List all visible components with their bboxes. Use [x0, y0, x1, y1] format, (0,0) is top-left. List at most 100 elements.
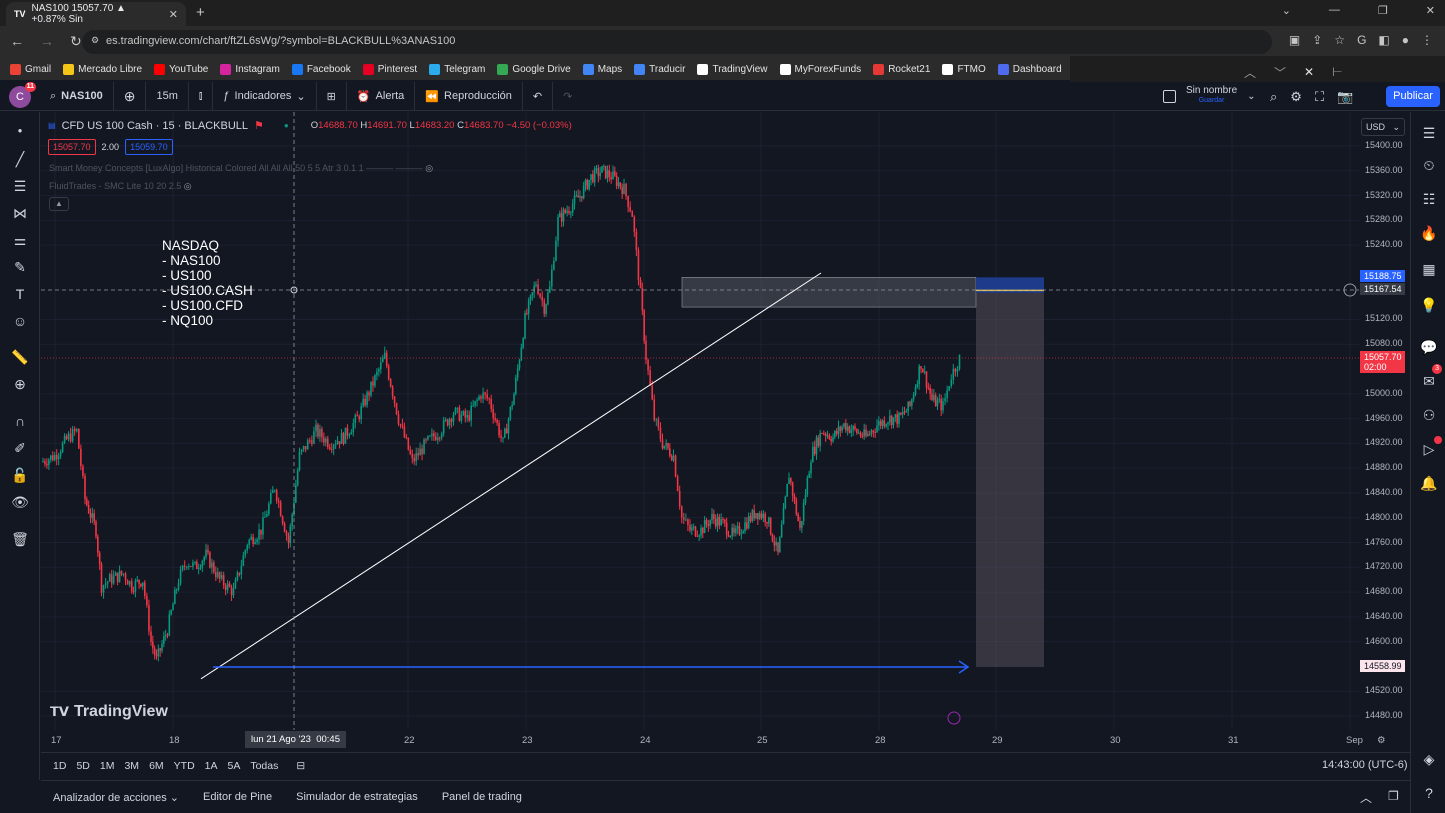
ideas-icon[interactable]: 💡	[1418, 294, 1440, 316]
google-icon[interactable]: G	[1357, 33, 1366, 47]
ruler-tool-icon[interactable]: 📏	[9, 346, 31, 368]
projection-tool-icon[interactable]: ⚌	[9, 229, 31, 251]
price-chart[interactable]	[41, 112, 1410, 730]
indicator-smc-luxalgo[interactable]: Smart Money Concepts [LuxAlgo] Historica…	[49, 163, 433, 174]
trash-icon[interactable]: 🗑	[9, 528, 31, 550]
bottom-tab-2[interactable]: Simulador de estrategias	[296, 791, 418, 803]
alerts-clock-icon[interactable]: ⏲	[1418, 154, 1440, 176]
find-prev-icon[interactable]: ︿	[1244, 64, 1256, 81]
share-icon[interactable]: ⇪	[1312, 33, 1322, 47]
bookmark-tradingview[interactable]: TradingView	[697, 63, 768, 75]
symbol-search[interactable]: ⌕ NAS100	[40, 81, 114, 111]
find-close-icon[interactable]: ✕	[1304, 65, 1314, 79]
brush-tool-icon[interactable]: ✎	[9, 256, 31, 278]
collapse-panel-icon[interactable]: ︿	[1360, 789, 1372, 806]
watchlist-icon[interactable]: ☰	[1418, 122, 1440, 144]
range-5a[interactable]: 5A	[228, 760, 241, 772]
bookmark-gmail[interactable]: Gmail	[10, 63, 51, 75]
trendline-tool-icon[interactable]: ╱	[9, 148, 31, 170]
bookmark-dashboard[interactable]: Dashboard	[997, 63, 1062, 75]
close-tab-icon[interactable]: ✕	[169, 8, 178, 21]
goto-date-icon[interactable]: ⊟	[296, 760, 305, 772]
bookmark-star-icon[interactable]: ☆	[1334, 33, 1345, 47]
zoom-tool-icon[interactable]: ⊕	[9, 373, 31, 395]
redo-button[interactable]: ↷	[553, 82, 582, 111]
pattern-tool-icon[interactable]: ⋈	[9, 202, 31, 224]
text-tool-icon[interactable]: T	[9, 283, 31, 305]
tab-search-icon[interactable]: ⌄	[1282, 4, 1291, 17]
bottom-tab-0[interactable]: Analizador de acciones ⌄	[53, 791, 179, 804]
bookmark-telegram[interactable]: Telegram	[429, 63, 485, 75]
replay-button[interactable]: ⏪ Reproducción	[415, 81, 523, 111]
help-circle-icon[interactable]: ?	[1418, 782, 1440, 804]
alert-button[interactable]: ⏰ Alerta	[347, 81, 416, 111]
bookmark-mercado-libre[interactable]: Mercado Libre	[63, 63, 142, 75]
range-3m[interactable]: 3M	[124, 760, 139, 772]
settings-icon[interactable]: ⚙	[1290, 89, 1302, 105]
maximize-panel-icon[interactable]: ❐	[1388, 789, 1399, 806]
menu-icon[interactable]: ⋮	[1421, 33, 1433, 47]
close-window-icon[interactable]: ✕	[1426, 4, 1435, 17]
templates-button[interactable]: ⊞	[317, 81, 347, 111]
axis-settings-icon[interactable]: ⚙	[1377, 735, 1386, 746]
range-todas[interactable]: Todas	[250, 760, 278, 772]
indicators-button[interactable]: ƒ Indicadores ⌄	[213, 81, 317, 111]
user-avatar[interactable]: C 11	[9, 82, 36, 108]
fib-tool-icon[interactable]: ☰	[9, 175, 31, 197]
bookmark-ftmo[interactable]: FTMO	[942, 63, 986, 75]
range-1m[interactable]: 1M	[100, 760, 115, 772]
bookmark-facebook[interactable]: Facebook	[291, 63, 351, 75]
browser-tab[interactable]: TV NAS100 15057.70 ▲ +0.87% Sin ✕	[6, 2, 186, 26]
bookmark-traducir[interactable]: Traducir	[634, 63, 685, 75]
chart-type-button[interactable]: ⫾	[189, 81, 214, 111]
streams-icon[interactable]: ▷	[1418, 436, 1442, 460]
magnet-tool-icon[interactable]: ∩	[9, 410, 31, 432]
bookmark-google-drive[interactable]: Google Drive	[497, 63, 571, 75]
forward-icon[interactable]: →	[40, 33, 54, 50]
bookmark-maps[interactable]: Maps	[582, 63, 622, 75]
extension-icon[interactable]: ▣	[1289, 33, 1300, 47]
new-tab-button[interactable]: +	[196, 4, 205, 21]
bookmark-myforexfunds[interactable]: MyForexFunds	[779, 63, 861, 75]
notifications-icon[interactable]: 🔔	[1418, 472, 1440, 494]
bottom-tab-1[interactable]: Editor de Pine	[203, 791, 272, 803]
timezone-clock[interactable]: 14:43:00 (UTC-6)	[1322, 759, 1408, 771]
range-1a[interactable]: 1A	[205, 760, 218, 772]
eye-icon[interactable]: 👁	[9, 491, 31, 513]
interval-button[interactable]: 15m	[146, 81, 189, 111]
bottom-tab-3[interactable]: Panel de trading	[442, 791, 522, 803]
cursor-tool-icon[interactable]: ●	[9, 120, 31, 142]
range-5d[interactable]: 5D	[76, 760, 89, 772]
hotlist-icon[interactable]: 🔥	[1418, 222, 1440, 244]
chat-icon[interactable]: 💬	[1418, 336, 1440, 358]
buy-button[interactable]: 15059.70	[125, 139, 173, 155]
bookmark-pinterest[interactable]: Pinterest	[362, 63, 417, 75]
sidepanel-icon[interactable]: ◧	[1378, 33, 1389, 47]
back-icon[interactable]: ←	[10, 33, 24, 50]
bookmark-instagram[interactable]: Instagram	[220, 63, 280, 75]
sell-button[interactable]: 15057.70	[48, 139, 96, 155]
reload-icon[interactable]: ↻	[70, 33, 82, 50]
maximize-icon[interactable]: ❐	[1378, 4, 1388, 17]
text-annotation[interactable]: NASDAQ - NAS100 - US100 - US100.CASH - U…	[162, 238, 253, 328]
bookmark-youtube[interactable]: YouTube	[154, 63, 208, 75]
layout-save[interactable]: Sin nombre Guardar ⌄	[1163, 86, 1256, 106]
currency-select[interactable]: USD ⌄	[1361, 118, 1405, 136]
compare-button[interactable]: ⊕	[114, 81, 147, 111]
range-1d[interactable]: 1D	[53, 760, 66, 772]
quick-search-icon[interactable]: ⌕	[1270, 89, 1277, 105]
indicator-fluidtrades[interactable]: FluidTrades - SMC Lite 10 20 2.5 ◎	[49, 181, 192, 192]
help-icon[interactable]: ⚇	[1418, 404, 1440, 426]
emoji-tool-icon[interactable]: ☺	[9, 310, 31, 332]
find-next-icon[interactable]: ﹀	[1274, 64, 1286, 81]
url-field[interactable]: ⚙ es.tradingview.com/chart/ftZL6sWg/?sym…	[82, 30, 1272, 54]
messages-icon[interactable]: ✉ 3	[1418, 364, 1442, 392]
profile-avatar[interactable]: ●	[1402, 33, 1409, 47]
bookmark-rocket21[interactable]: Rocket21	[873, 63, 930, 75]
publish-button[interactable]: Publicar	[1386, 86, 1440, 107]
object-tree-icon[interactable]: ☷	[1418, 188, 1440, 210]
layers-icon[interactable]: ◈	[1418, 748, 1440, 770]
lock-icon[interactable]: 🔓	[9, 464, 31, 486]
camera-icon[interactable]: 📷	[1337, 89, 1353, 105]
range-6m[interactable]: 6M	[149, 760, 164, 772]
